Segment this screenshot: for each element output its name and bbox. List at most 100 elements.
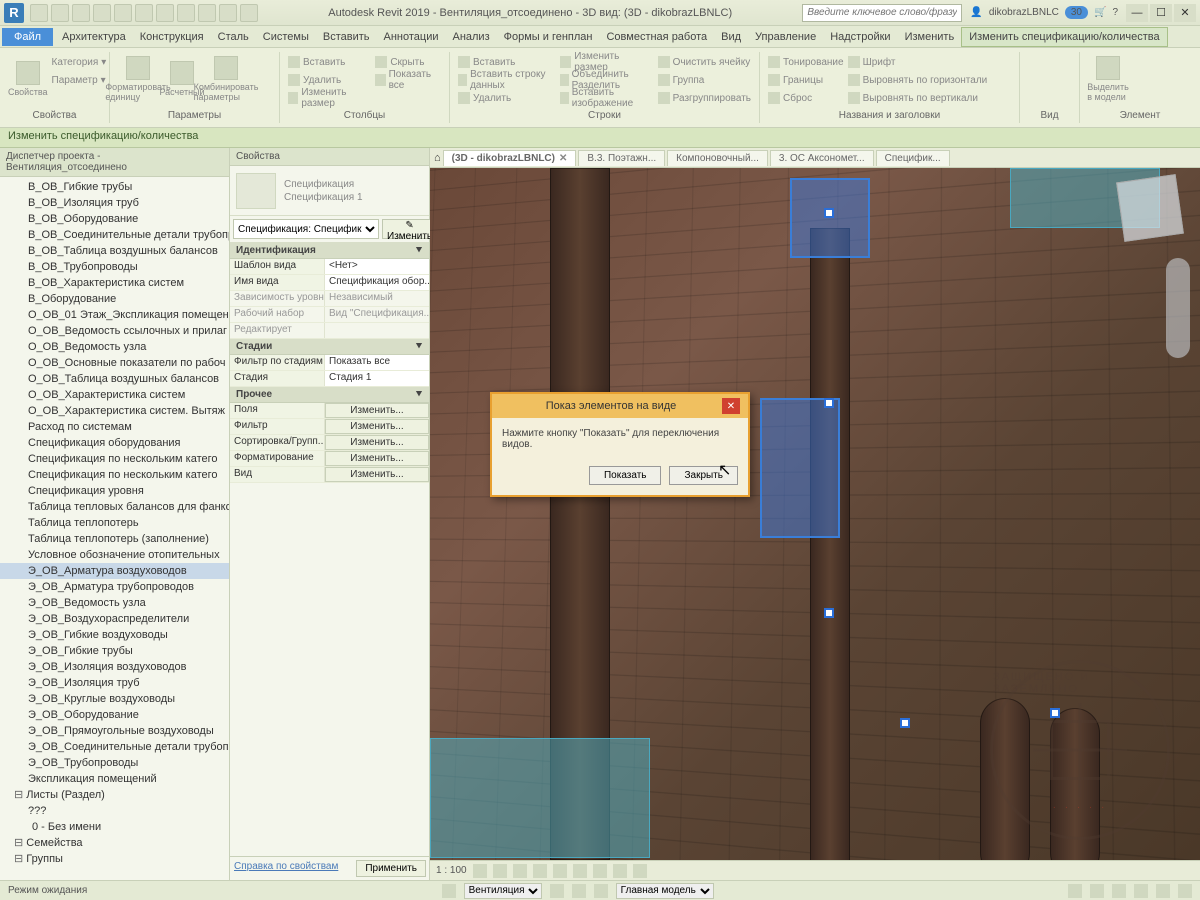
menu-item[interactable]: Надстройки [823,28,897,46]
props-section-header[interactable]: Идентификация⯆ [230,243,429,259]
props-row[interactable]: ФильтрИзменить... [230,419,429,435]
tree-item[interactable]: Группы [0,851,229,867]
dialog-titlebar[interactable]: Показ элементов на виде ✕ [492,394,748,418]
qat-icon[interactable] [72,4,90,22]
ribbon-reset[interactable]: Сброс [768,90,844,106]
tree-item[interactable]: В_ОВ_Таблица воздушных балансов [0,243,229,259]
tree-item[interactable]: О_ОВ_Характеристика систем [0,387,229,403]
ribbon-hide-col[interactable]: Скрыть [375,54,441,70]
scale-label[interactable]: 1 : 100 [436,865,467,876]
model-selector[interactable]: Главная модель [616,883,714,899]
tree-item[interactable]: Семейства [0,835,229,851]
properties-grid[interactable]: Идентификация⯆Шаблон вида<Нет>Имя видаСп… [230,243,429,856]
ribbon-group-btn[interactable]: Группа [658,72,751,88]
duct-element[interactable] [810,228,850,860]
tree-item[interactable]: Э_ОВ_Прямоугольные воздуховоды [0,723,229,739]
maximize-button[interactable]: ☐ [1150,4,1172,22]
minimize-button[interactable]: — [1126,4,1148,22]
view-tab[interactable]: Специфик... [876,150,950,166]
props-row[interactable]: Имя видаСпецификация обор... [230,275,429,291]
search-input[interactable] [802,4,962,22]
help-icon[interactable]: ? [1112,7,1118,18]
ribbon-highlight-model[interactable]: Выделить в модели [1088,54,1128,104]
view-tab-active[interactable]: (3D - dikobrazLBNLC)✕ [443,150,577,166]
show-button[interactable]: Показать [589,466,662,485]
ribbon-resize-row[interactable]: Изменить размер [560,54,654,70]
menu-item[interactable]: Сталь [211,28,256,46]
props-row[interactable]: ФорматированиеИзменить... [230,451,429,467]
tree-item[interactable]: Э_ОВ_Оборудование [0,707,229,723]
props-row[interactable]: ВидИзменить... [230,467,429,483]
select-face-icon[interactable] [1134,884,1148,898]
reveal-icon[interactable] [633,864,647,878]
view-tab[interactable]: Компоновочный... [667,150,768,166]
duct-element[interactable] [980,698,1030,860]
tree-item[interactable]: Спецификация оборудования [0,435,229,451]
properties-help-link[interactable]: Справка по свойствам [230,857,353,880]
ribbon-insert-img[interactable]: Вставить изображение [560,90,654,106]
crop-visible-icon[interactable] [573,864,587,878]
visual-style-icon[interactable] [493,864,507,878]
ribbon-combine[interactable]: Комбинировать параметры [206,54,246,104]
temp-hide-icon[interactable] [613,864,627,878]
props-row[interactable]: Зависимость уровняНезависимый [230,291,429,307]
ribbon-align-h[interactable]: Выровнять по горизонтали [848,72,988,88]
tree-item[interactable]: В_ОВ_Трубопроводы [0,259,229,275]
browser-tree[interactable]: В_ОВ_Гибкие трубыВ_ОВ_Изоляция трубВ_ОВ_… [0,177,229,880]
tree-item[interactable]: В_ОВ_Оборудование [0,211,229,227]
signin-icon[interactable]: 👤 [970,7,982,18]
props-section-header[interactable]: Прочее⯆ [230,387,429,403]
ribbon-insert-datarow[interactable]: Вставить строку данных [458,72,556,88]
menu-item[interactable]: Конструкция [133,28,211,46]
drag-icon[interactable] [1156,884,1170,898]
menu-item[interactable]: Формы и генплан [497,28,600,46]
menu-item[interactable]: Архитектура [55,28,133,46]
ribbon-delete-row[interactable]: Удалить [458,90,556,106]
ribbon-parameter-dropdown[interactable]: Параметр ▾ [52,72,107,88]
ribbon-font[interactable]: Шрифт [848,54,988,70]
shadows-icon[interactable] [533,864,547,878]
props-row[interactable]: Фильтр по стадиямПоказать все [230,355,429,371]
cart-icon[interactable]: 🛒 [1094,7,1106,18]
edit-type-button[interactable]: ✎ Изменить тип [382,219,437,239]
tree-item[interactable]: Э_ОВ_Трубопроводы [0,755,229,771]
ribbon-shading[interactable]: Тонирование [768,54,844,70]
menu-item[interactable]: Изменить [898,28,962,46]
selection-handle[interactable] [824,608,834,618]
home-icon[interactable]: ⌂ [434,152,441,164]
qat-icon[interactable] [219,4,237,22]
close-dialog-button[interactable]: Закрыть [669,466,738,485]
tree-item[interactable]: Экспликация помещений [0,771,229,787]
duct-element[interactable] [1050,708,1100,860]
qat-icon[interactable] [240,4,258,22]
tree-item[interactable]: Расход по системам [0,419,229,435]
tree-item[interactable]: О_ОВ_Основные показатели по рабоч [0,355,229,371]
tree-item[interactable]: Таблица теплопотерь [0,515,229,531]
menu-item[interactable]: Вид [714,28,748,46]
qat-icon[interactable] [177,4,195,22]
tree-item[interactable]: В_ОВ_Соединительные детали трубопров [0,227,229,243]
notification-badge[interactable]: 30 [1065,6,1088,19]
tree-item[interactable]: В_Оборудование [0,291,229,307]
tree-item[interactable]: Э_ОВ_Гибкие воздуховоды [0,627,229,643]
props-row[interactable]: Рабочий наборВид "Спецификация... [230,307,429,323]
workset-icon[interactable] [442,884,456,898]
ribbon-delete-col[interactable]: Удалить [288,72,371,88]
tree-item[interactable]: Э_ОВ_Круглые воздуховоды [0,691,229,707]
view-tab[interactable]: 3. ОС Аксономет... [770,150,874,166]
tree-item[interactable]: Спецификация по нескольким катего [0,467,229,483]
tree-item[interactable]: Листы (Раздел) [0,787,229,803]
ribbon-showall-col[interactable]: Показать все [375,72,441,88]
menu-item[interactable]: Вставить [316,28,377,46]
mep-element[interactable] [430,738,650,858]
tree-item[interactable]: Таблица теплопотерь (заполнение) [0,531,229,547]
tree-item[interactable]: Э_ОВ_Воздухораспределители [0,611,229,627]
selected-element[interactable] [790,178,870,258]
filter-icon[interactable] [1178,884,1192,898]
view-cube[interactable] [1116,174,1184,242]
view-tab[interactable]: В.3. Поэтажн... [578,150,665,166]
ribbon-properties-button[interactable]: Свойства [8,54,48,104]
tree-item[interactable]: Спецификация по нескольким катего [0,451,229,467]
ribbon-borders[interactable]: Границы [768,72,844,88]
type-selector[interactable]: Спецификация: Специфик [233,219,379,239]
